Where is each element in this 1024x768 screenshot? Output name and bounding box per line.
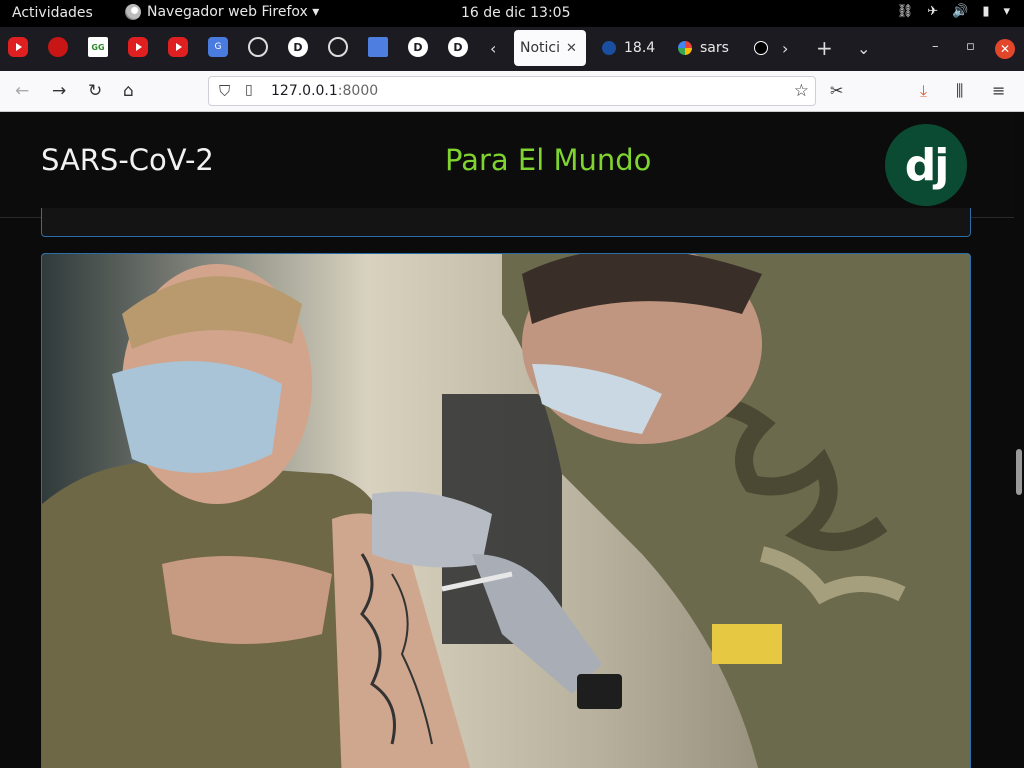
previous-news-card [41, 208, 971, 237]
shield-icon[interactable]: ⛉ [219, 82, 230, 100]
page-icon[interactable]: ▯ [245, 82, 253, 98]
menu-icon[interactable]: ≡ [992, 81, 1005, 100]
maximize-icon[interactable]: ▫ [966, 39, 975, 54]
forward-icon[interactable]: → [52, 81, 66, 101]
system-tray[interactable]: ⛓ ✈ 🔊 ▮ ▾ [897, 4, 1010, 19]
minimize-icon[interactable]: – [932, 39, 939, 54]
back-icon[interactable]: ← [15, 81, 29, 101]
red-circle-icon[interactable] [48, 37, 68, 57]
battery-icon: ▮ [982, 4, 990, 19]
close-icon[interactable]: ✕ [566, 41, 577, 56]
clock[interactable]: 16 de dic 13:05 [461, 5, 570, 21]
tab-title: 18.4 [624, 40, 656, 56]
bookmark-star-icon[interactable]: ☆ [794, 81, 809, 101]
reload-icon[interactable]: ↻ [88, 81, 102, 101]
navigation-bar: ← → ↻ ⌂ ⛉ ▯ 127.0.0.1:8000 ☆ ✂ ⤓ ⫼ ≡ [0, 71, 1024, 112]
page-content: SARS-CoV-2 Para El Mundo dj [0, 112, 1024, 768]
disney-icon[interactable]: D [408, 37, 428, 57]
tab-abc[interactable] [748, 30, 782, 66]
news-card[interactable] [41, 253, 971, 768]
tab-18-4[interactable]: 18.4 [596, 30, 661, 66]
google-icon [678, 41, 692, 55]
pinned-tabs: GG G D D D [8, 37, 468, 57]
abc-icon [754, 41, 768, 55]
url-text[interactable]: 127.0.0.1:8000 [271, 83, 378, 99]
firefox-icon [125, 4, 141, 20]
django-logo: dj [885, 124, 967, 206]
site-header: SARS-CoV-2 Para El Mundo dj [0, 112, 1014, 218]
site-title[interactable]: SARS-CoV-2 [41, 143, 214, 177]
download-icon[interactable]: ⤓ [920, 81, 927, 101]
screenshot-icon[interactable]: ✂ [830, 81, 843, 100]
window-close-icon[interactable]: ✕ [995, 39, 1015, 59]
news-photo [42, 254, 970, 768]
library-icon[interactable]: ⫼ [956, 81, 963, 101]
scroll-tabs-left-icon[interactable]: ‹ [490, 39, 496, 58]
disney-icon[interactable]: D [448, 37, 468, 57]
home-icon[interactable]: ⌂ [123, 81, 134, 101]
scroll-tabs-right-icon[interactable]: › [782, 39, 788, 58]
volume-icon: 🔊 [952, 4, 969, 19]
youtube-music-icon[interactable] [128, 37, 148, 57]
geeksforgeeks-icon[interactable]: GG [88, 37, 108, 57]
tab-google-sars[interactable]: sars [672, 30, 735, 66]
app-menu[interactable]: Navegador web Firefox ▾ [125, 4, 319, 20]
activities-button[interactable]: Actividades [12, 5, 93, 21]
tab-noticias[interactable]: Notici ✕ [514, 30, 586, 66]
tab-bar: GG G D D D ‹ Notici ✕ 18.4 sars › + ⌄ – … [0, 27, 1024, 71]
app-menu-label: Navegador web Firefox ▾ [147, 4, 320, 20]
chevron-down-icon: ▾ [1003, 4, 1010, 19]
youtube-icon[interactable] [8, 37, 28, 57]
tab-title: sars [700, 40, 729, 56]
google-docs-icon[interactable] [368, 37, 388, 57]
google-translate-icon[interactable]: G [208, 37, 228, 57]
gnome-top-bar: Actividades Navegador web Firefox ▾ 16 d… [0, 0, 1024, 27]
globe-icon[interactable] [328, 37, 348, 57]
youtube-icon[interactable] [168, 37, 188, 57]
site-tagline: Para El Mundo [445, 143, 652, 177]
tab-title: Notici [520, 40, 561, 56]
globe-icon[interactable] [248, 37, 268, 57]
site-icon [602, 41, 616, 55]
disney-icon[interactable]: D [288, 37, 308, 57]
url-bar[interactable]: ⛉ ▯ 127.0.0.1:8000 ☆ [208, 76, 816, 106]
list-tabs-icon[interactable]: ⌄ [857, 39, 870, 58]
airplane-icon: ✈ [927, 4, 939, 19]
new-tab-icon[interactable]: + [816, 36, 833, 60]
network-icon: ⛓ [896, 4, 914, 19]
page-scrollbar[interactable] [1016, 449, 1022, 495]
